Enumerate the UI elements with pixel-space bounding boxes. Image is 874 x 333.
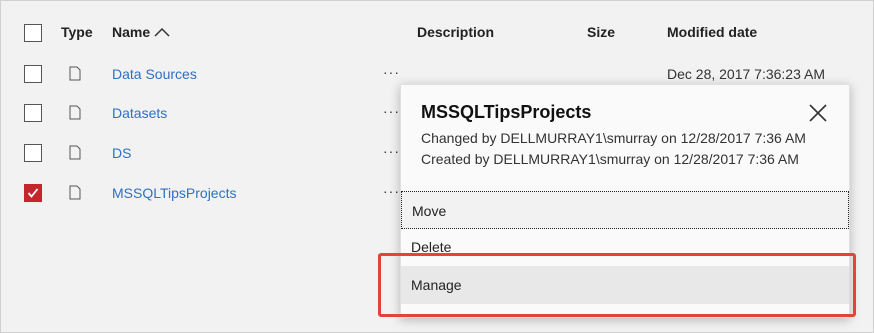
column-header-name[interactable]: Name <box>112 24 170 40</box>
item-link-ds[interactable]: DS <box>112 145 131 161</box>
more-options-button[interactable]: ··· <box>383 183 400 199</box>
document-icon <box>69 105 81 120</box>
changed-by-text: Changed by DELLMURRAY1\smurray on 12/28/… <box>421 130 806 146</box>
menu-item-move[interactable]: Move <box>401 191 849 229</box>
annotation-highlight-box <box>378 253 856 317</box>
select-all-checkbox[interactable] <box>24 24 42 42</box>
more-options-button[interactable]: ··· <box>383 64 400 80</box>
item-link-datasets[interactable]: Datasets <box>112 105 167 121</box>
popup-title: MSSQLTipsProjects <box>421 102 592 122</box>
column-header-size[interactable]: Size <box>587 24 615 40</box>
row-checkbox[interactable] <box>24 65 42 83</box>
row-checkbox[interactable] <box>24 144 42 162</box>
document-icon <box>69 66 81 81</box>
close-icon[interactable] <box>806 101 830 125</box>
checkmark-icon <box>27 188 39 198</box>
item-link-mssqltipsprojects[interactable]: MSSQLTipsProjects <box>112 185 236 201</box>
item-link-data-sources[interactable]: Data Sources <box>112 66 197 82</box>
document-icon <box>69 185 81 200</box>
row-checkbox[interactable] <box>24 104 42 122</box>
created-by-text: Created by DELLMURRAY1\smurray on 12/28/… <box>421 151 799 167</box>
column-header-name-label: Name <box>112 24 151 40</box>
sort-ascending-icon <box>154 27 170 37</box>
column-header-modified-date[interactable]: Modified date <box>667 24 757 40</box>
column-header-type[interactable]: Type <box>61 24 93 40</box>
modified-date-value: Dec 28, 2017 7:36:23 AM <box>667 66 825 82</box>
column-header-description[interactable]: Description <box>417 24 494 40</box>
document-icon <box>69 145 81 160</box>
more-options-button[interactable]: ··· <box>383 103 400 119</box>
row-checkbox-checked[interactable] <box>24 184 42 202</box>
more-options-button[interactable]: ··· <box>383 143 400 159</box>
